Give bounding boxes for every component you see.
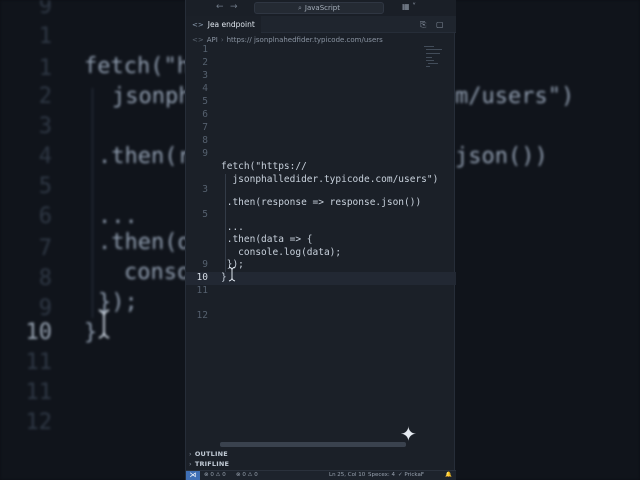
code-line: .then(response => response.json()) xyxy=(221,197,422,208)
bg-line-number: 9 xyxy=(38,296,52,321)
code-line: } xyxy=(221,272,227,283)
line-number: 3 xyxy=(202,184,208,195)
outline-label: OUTLINE xyxy=(194,450,228,458)
bg-line-number: 5 xyxy=(38,174,52,199)
command-center[interactable]: ⌕ JavaScript xyxy=(254,2,384,14)
errors-status[interactable]: ⊗ 0 ⚠ 0 xyxy=(204,471,226,480)
sparkle-icon[interactable]: ✦ xyxy=(400,422,417,446)
line-number: 11 xyxy=(196,285,208,296)
bg-line-number: 11 xyxy=(25,380,53,405)
alerts-status[interactable]: ⊗ 0 ⚠ 0 xyxy=(236,471,258,480)
more-icon[interactable]: ▢ xyxy=(436,20,444,29)
breadcrumb-item[interactable]: API xyxy=(207,36,218,44)
bg-code-dots: ... xyxy=(98,204,138,229)
editor-window: ← → ⌕ JavaScript ▦ ˅ <> Jea endpoint ⎘ ▢ … xyxy=(185,0,456,480)
line-number: 9 xyxy=(202,259,208,270)
indentation-status[interactable]: Specex: 4 xyxy=(368,471,395,480)
indent-guide xyxy=(225,174,226,272)
bg-line-number: 1 xyxy=(38,56,52,81)
line-number: 7 xyxy=(202,122,208,133)
bg-code-url-left: jsonph xyxy=(112,84,192,109)
command-center-label: JavaScript xyxy=(304,4,340,12)
layout-icon[interactable]: ▦ ˅ xyxy=(402,2,416,11)
text-cursor-icon xyxy=(228,266,236,282)
bell-icon[interactable]: 🔔 xyxy=(445,471,452,480)
bg-line-number: 2 xyxy=(38,84,52,109)
line-number: 5 xyxy=(202,209,208,220)
line-number: 3 xyxy=(202,70,208,81)
line-number: 6 xyxy=(202,109,208,120)
code-line: console.log(data); xyxy=(221,247,342,258)
tab-label: Jea endpoint xyxy=(207,20,255,29)
bg-code-url-right: m/users") xyxy=(455,84,575,109)
chevron-right-icon: › xyxy=(189,450,192,458)
bg-code-then-right: json()) xyxy=(455,144,548,169)
cursor-position[interactable]: Ln 25, Col 10 xyxy=(329,471,365,480)
line-number: 2 xyxy=(202,57,208,68)
bg-line-number: 6 xyxy=(38,204,52,229)
bg-code-then2: .then(d xyxy=(98,230,191,255)
tab-bar: <> Jea endpoint ⎘ ▢ xyxy=(186,16,456,33)
split-editor-icon[interactable]: ⎘ xyxy=(420,20,426,30)
line-number: 5 xyxy=(202,96,208,107)
prettier-status[interactable]: ✓ PrickaF xyxy=(398,471,424,480)
bg-line-number: 8 xyxy=(38,266,52,291)
bg-line-number: 12 xyxy=(25,410,53,435)
chevron-icon: <> xyxy=(192,36,204,44)
timeline-panel[interactable]: › TRIFLINE xyxy=(186,459,456,469)
bg-line-number: 9 xyxy=(38,0,52,19)
bg-code-then-left: .then(r xyxy=(98,144,191,169)
horizontal-scrollbar[interactable] xyxy=(220,442,406,447)
bg-line-number: 7 xyxy=(38,236,52,261)
back-icon[interactable]: ← xyxy=(216,2,224,12)
current-line: 10 } xyxy=(186,272,456,285)
line-number: 12 xyxy=(196,310,208,321)
bg-text-cursor-icon xyxy=(98,309,110,339)
line-number: 8 xyxy=(202,135,208,146)
outline-panel[interactable]: › OUTLINE xyxy=(186,449,456,459)
line-number: 1 xyxy=(202,44,208,55)
bg-indent-guide xyxy=(92,88,93,318)
chevron-right-icon: › xyxy=(189,460,192,468)
line-number: 9 xyxy=(202,148,208,159)
bg-line-number: 3 xyxy=(38,114,52,139)
breadcrumb-item[interactable]: https:// jsonplnahedfider.typicode.com/u… xyxy=(227,36,383,44)
breadcrumb-separator: › xyxy=(220,36,224,44)
tab-active[interactable]: <> Jea endpoint xyxy=(186,16,261,33)
bg-line-number: 11 xyxy=(25,350,53,375)
bg-code-fetch: fetch("h xyxy=(84,54,190,79)
bg-code-console: conso xyxy=(124,260,191,285)
forward-icon[interactable]: → xyxy=(230,2,238,12)
title-bar: ← → ⌕ JavaScript ▦ ˅ xyxy=(186,0,456,16)
code-brackets-icon: <> xyxy=(192,20,204,29)
line-number-active: 10 xyxy=(196,272,208,283)
line-number: 4 xyxy=(202,83,208,94)
code-line: fetch("https:// xyxy=(221,161,307,172)
remote-icon[interactable]: ⋊ xyxy=(186,471,200,480)
bg-line-number: 1 xyxy=(38,24,52,49)
search-icon: ⌕ xyxy=(297,4,302,12)
timeline-label: TRIFLINE xyxy=(194,460,230,468)
bg-line-number-active: 10 xyxy=(25,320,53,345)
bg-line-number: 4 xyxy=(38,144,52,169)
code-line: .then(data => { xyxy=(221,234,313,245)
status-bar: ⋊ ⊗ 0 ⚠ 0 ⊗ 0 ⚠ 0 Ln 25, Col 10 Specex: … xyxy=(186,470,456,480)
